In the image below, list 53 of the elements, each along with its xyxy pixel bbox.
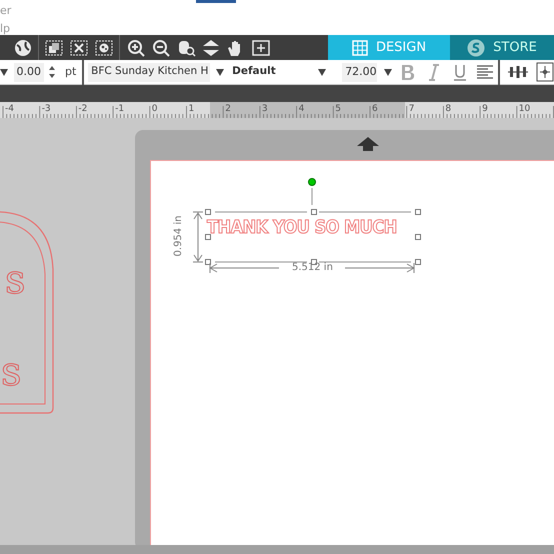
font-size-field[interactable]: 72.00: [342, 62, 378, 82]
width-label: 5.512 in: [292, 263, 333, 273]
ruler-label: -2: [78, 103, 88, 116]
font-field[interactable]: BFC Sunday Kitchen H: [88, 62, 210, 82]
resize-handle[interactable]: [415, 209, 421, 215]
rotate-handle[interactable]: [308, 178, 316, 186]
resize-handle[interactable]: [415, 259, 421, 265]
ruler-label: -1: [115, 103, 124, 116]
dropdown-caret-icon[interactable]: [216, 68, 224, 76]
ruler-label: 7: [408, 103, 414, 116]
group-icon[interactable]: [43, 38, 65, 56]
ruler-label: 0: [152, 103, 158, 116]
store-logo-icon: [467, 38, 486, 56]
ungroup-icon[interactable]: [68, 38, 90, 56]
ruler-label: 5: [335, 103, 342, 116]
spacing-field[interactable]: 0.00: [14, 62, 44, 82]
resize-handle[interactable]: [311, 209, 317, 215]
dropdown-caret-icon[interactable]: [318, 68, 326, 76]
ruler-label: 2: [225, 103, 231, 116]
design-text: s: [5, 260, 26, 300]
design-text: s: [1, 352, 22, 392]
height-label: 0.954 in: [174, 214, 184, 258]
resize-handle[interactable]: [205, 259, 211, 265]
ruler-label: 10: [518, 103, 530, 116]
ruler-label: 9: [482, 103, 488, 116]
ruler-label: -4: [5, 103, 14, 116]
grid-icon: [352, 40, 368, 56]
store-tab[interactable]: STORE: [450, 35, 554, 60]
align-center-icon[interactable]: [536, 62, 554, 82]
design-text[interactable]: THANK YOU SO MUCH: [207, 219, 397, 237]
dropdown-caret-icon[interactable]: [384, 68, 392, 76]
design-tab[interactable]: DESIGN: [328, 35, 450, 60]
style-dropdown[interactable]: Default: [232, 64, 314, 80]
dropdown-caret-icon[interactable]: [0, 68, 8, 76]
ruler-label: 4: [298, 103, 304, 116]
resize-handle[interactable]: [205, 234, 211, 240]
ruler-label: 8: [445, 103, 452, 116]
resize-handle[interactable]: [415, 234, 421, 240]
menu-item[interactable]: lp: [0, 23, 10, 34]
ruler-label: 6: [372, 103, 378, 116]
fit-to-page-icon[interactable]: [250, 38, 272, 56]
ruler-label: 1: [188, 103, 194, 116]
up-arrow-icon[interactable]: [356, 136, 380, 152]
align-left-icon[interactable]: [475, 63, 496, 81]
ruler-label: 3: [262, 103, 268, 116]
menu-item[interactable]: er: [0, 5, 12, 16]
ruler-label: -3: [42, 103, 51, 116]
spinner-icon[interactable]: [48, 65, 56, 79]
height-dimension-arrow: [192, 211, 204, 263]
unit-label: pt: [65, 64, 76, 80]
resize-handle[interactable]: [205, 209, 211, 215]
compound-path-icon[interactable]: [93, 38, 115, 56]
distribute-icon[interactable]: [508, 63, 528, 81]
